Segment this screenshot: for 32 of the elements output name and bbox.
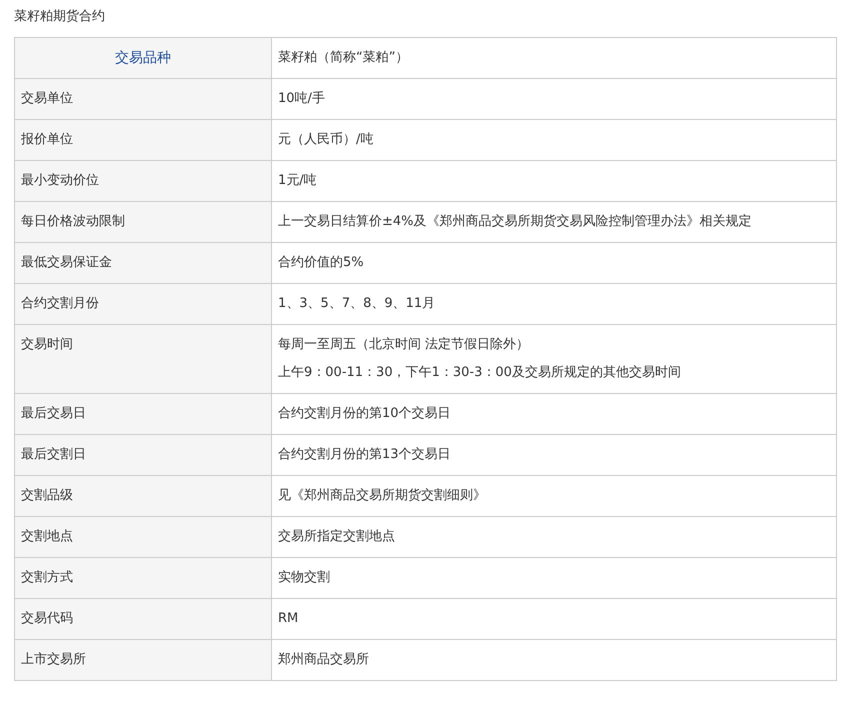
page-title: 菜籽粕期货合约 — [14, 8, 106, 26]
cell-text: 上午9：00-11：30，下午1：30-3：00及交易所规定的其他交易时间 — [278, 364, 682, 382]
row-label: 交割地点 — [14, 516, 272, 558]
cell-text: 1、3、5、7、8、9、11月 — [278, 295, 436, 313]
row-label: 最后交割日 — [14, 434, 272, 476]
cell-text: 合约交割月份的第10个交易日 — [278, 405, 452, 423]
row-label: 合约交割月份 — [14, 284, 272, 324]
row-label: 最后交易日 — [14, 394, 272, 434]
row-label: 交割方式 — [14, 558, 272, 598]
row-label: 每日价格波动限制 — [14, 202, 272, 242]
cell-text: 1元/吨 — [278, 172, 318, 190]
row-label: 交易时间 — [14, 324, 272, 394]
cell-text: 见《郑州商品交易所期货交割细则》 — [278, 487, 487, 505]
cell-text: 每周一至周五（北京时间 法定节假日除外） — [278, 336, 530, 354]
cell-text: 交易所指定交割地点 — [278, 528, 396, 546]
cell-text: 上一交易日结算价±4%及《郑州商品交易所期货交易风险控制管理办法》相关规定 — [278, 213, 753, 231]
row-label: 上市交易所 — [14, 640, 272, 680]
row-label: 交易代码 — [14, 598, 272, 640]
cell-text: 实物交割 — [278, 569, 331, 587]
cell-text: 元（人民币）/吨 — [278, 131, 374, 149]
cell-text: 菜籽粕（简称“菜粕”） — [278, 49, 410, 67]
cell-text: RM — [278, 610, 300, 628]
row-label: 交割品级 — [14, 476, 272, 516]
cell-text: 合约交割月份的第13个交易日 — [278, 446, 452, 464]
row-label: 报价单位 — [14, 120, 272, 160]
cell-text: 郑州商品交易所 — [278, 651, 370, 669]
cell-text: 10吨/手 — [278, 90, 326, 108]
row-label: 交易品种 — [14, 38, 272, 78]
row-label: 最小变动价位 — [14, 160, 272, 202]
row-label: 最低交易保证金 — [14, 242, 272, 284]
cell-text: 合约价值的5% — [278, 254, 365, 272]
row-label: 交易单位 — [14, 78, 272, 120]
